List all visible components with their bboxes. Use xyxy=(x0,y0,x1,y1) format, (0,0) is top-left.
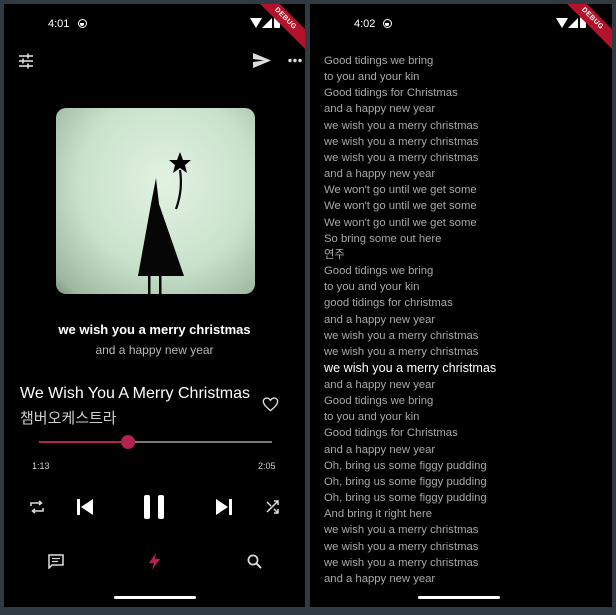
app-notification-icon xyxy=(383,19,392,28)
progress-thumb[interactable] xyxy=(120,435,135,449)
status-time: 4:01 xyxy=(48,18,70,30)
send-icon[interactable] xyxy=(253,53,271,68)
lyric-line[interactable]: we wish you a merry christmas xyxy=(324,539,608,555)
signal-icon xyxy=(568,18,578,28)
lyric-line[interactable]: we wish you a merry christmas xyxy=(324,118,608,134)
chat-icon[interactable] xyxy=(48,554,64,569)
lyric-line[interactable]: Oh, bring us some figgy pudding xyxy=(324,458,608,474)
signal-icon xyxy=(262,18,272,28)
heart-outline-icon[interactable] xyxy=(262,397,279,412)
home-indicator xyxy=(418,596,500,599)
lyric-line[interactable]: Oh, bring us some figgy pudding xyxy=(324,474,608,490)
wifi-icon xyxy=(556,18,568,28)
player-screen: 4:01 DEBUG we wish you a merry christmas… xyxy=(4,4,305,607)
equalizer-icon[interactable] xyxy=(18,53,34,69)
lightning-icon[interactable] xyxy=(149,553,160,570)
skip-previous-icon[interactable] xyxy=(75,497,95,517)
lyric-line[interactable]: and a happy new year xyxy=(324,166,608,182)
album-cover xyxy=(56,108,255,294)
lyrics-list[interactable]: Good tidings we bring to you and your kin… xyxy=(324,53,608,587)
lyric-line[interactable]: we wish you a merry christmas xyxy=(324,522,608,538)
repeat-icon[interactable] xyxy=(29,500,45,514)
album-art-illustration xyxy=(138,152,191,294)
lyric-line[interactable]: Good tidings we bring xyxy=(324,393,608,409)
lyric-line[interactable]: and a happy new year xyxy=(324,442,608,458)
status-bar: 4:02 DEBUG xyxy=(310,4,612,53)
lyric-line[interactable]: we wish you a merry christmas xyxy=(324,344,608,360)
search-icon[interactable] xyxy=(247,554,262,569)
lyric-line[interactable]: Good tidings we bring xyxy=(324,263,608,279)
lyric-line[interactable]: We won't go until we get some xyxy=(324,182,608,198)
more-horizontal-icon[interactable] xyxy=(288,58,302,63)
progress-fill xyxy=(39,441,128,443)
app-notification-icon xyxy=(78,19,87,28)
pause-icon[interactable] xyxy=(142,494,166,520)
debug-banner: DEBUG xyxy=(251,4,305,53)
lyric-line[interactable]: Good tidings for Christmas xyxy=(324,85,608,101)
lyric-line[interactable]: Good tidings for Christmas xyxy=(324,425,608,441)
wifi-icon xyxy=(250,18,262,28)
artist-name: 챔버오케스트라 xyxy=(20,410,117,427)
progress-track[interactable] xyxy=(39,441,272,443)
lyric-line[interactable]: and a happy new year xyxy=(324,312,608,328)
lyric-line-active[interactable]: we wish you a merry christmas xyxy=(324,360,608,377)
lyric-line[interactable]: and a happy new year xyxy=(324,101,608,117)
total-time: 2:05 xyxy=(258,461,276,471)
lyric-line[interactable]: and a happy new year xyxy=(324,571,608,587)
lyric-line[interactable]: to you and your kin xyxy=(324,69,608,85)
skip-next-icon[interactable] xyxy=(214,497,234,517)
song-title: We Wish You A Merry Christmas xyxy=(20,385,250,402)
next-lyric: and a happy new year xyxy=(95,343,214,357)
lyric-line[interactable]: we wish you a merry christmas xyxy=(324,328,608,344)
lyric-line[interactable]: to you and your kin xyxy=(324,409,608,425)
lyric-line[interactable]: Good tidings we bring xyxy=(324,53,608,69)
lyric-line[interactable]: we wish you a merry christmas xyxy=(324,555,608,571)
lyric-line[interactable]: We won't go until we get some xyxy=(324,215,608,231)
lyric-line[interactable]: Oh, bring us some figgy pudding xyxy=(324,490,608,506)
home-indicator xyxy=(114,596,196,599)
lyrics-screen: 4:02 DEBUG Good tidings we bring to you a… xyxy=(310,4,612,607)
debug-banner: DEBUG xyxy=(558,4,612,53)
lyric-line[interactable]: to you and your kin xyxy=(324,279,608,295)
lyric-line[interactable]: good tidings for christmas xyxy=(324,295,608,311)
status-bar: 4:01 DEBUG xyxy=(4,4,305,53)
status-time: 4:02 xyxy=(354,18,376,30)
shuffle-icon[interactable] xyxy=(266,500,280,514)
lyric-line[interactable]: So bring some out here xyxy=(324,231,608,247)
current-lyric: we wish you a merry christmas xyxy=(58,322,251,337)
lyric-line[interactable]: 연주 xyxy=(324,247,608,263)
lyric-line[interactable]: We won't go until we get some xyxy=(324,198,608,214)
elapsed-time: 1:13 xyxy=(32,461,50,471)
lyric-line[interactable]: we wish you a merry christmas xyxy=(324,150,608,166)
lyric-line[interactable]: we wish you a merry christmas xyxy=(324,134,608,150)
lyric-line[interactable]: And bring it right here xyxy=(324,506,608,522)
lyric-line[interactable]: and a happy new year xyxy=(324,377,608,393)
